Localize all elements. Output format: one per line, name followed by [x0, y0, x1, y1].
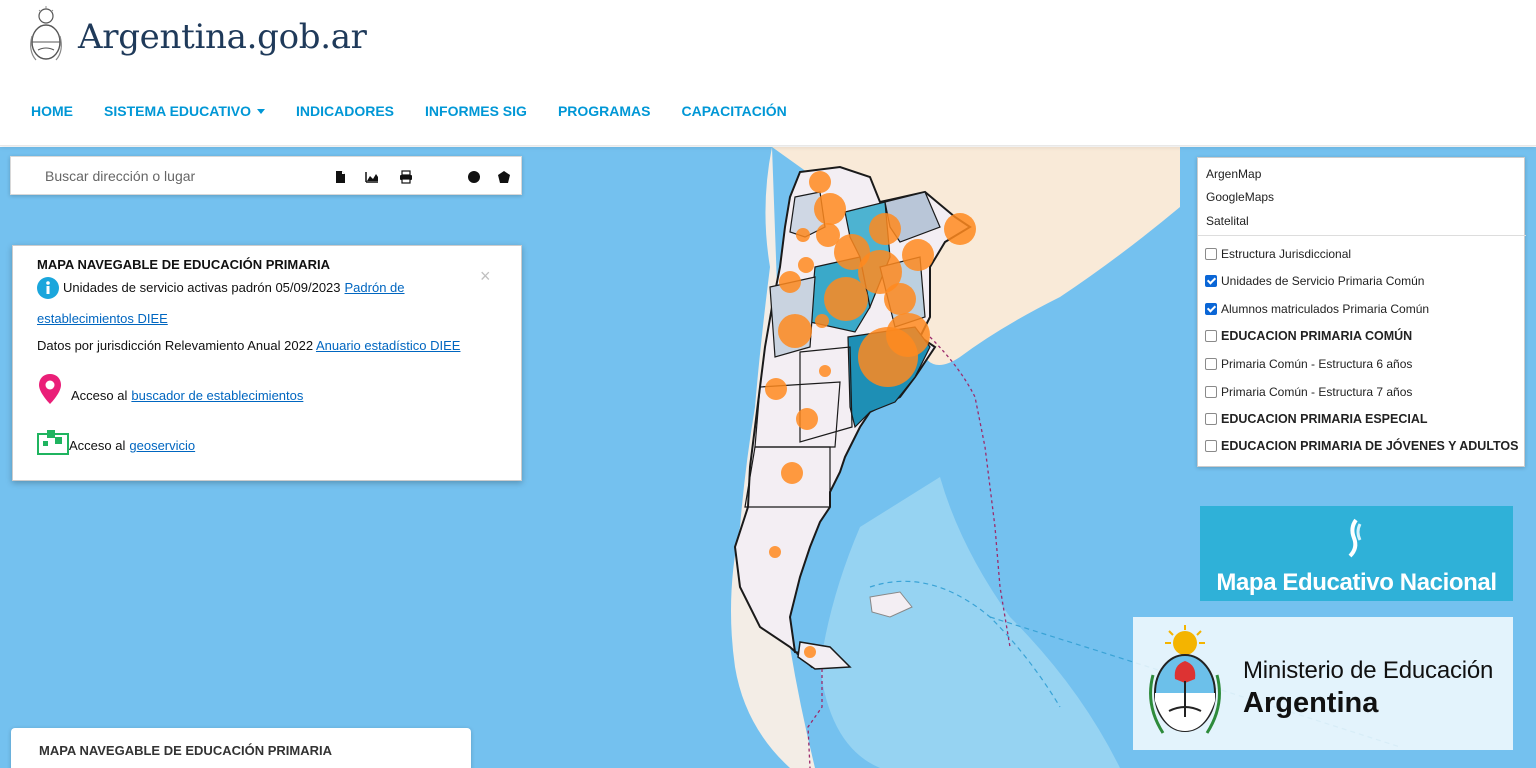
layer-checkbox[interactable]: [1205, 386, 1217, 398]
mapa-educativo-text: Mapa Educativo Nacional: [1216, 569, 1497, 596]
geoservicio-text: Acceso al: [69, 438, 126, 453]
coat-of-arms-icon: [30, 6, 62, 61]
basemap-argenmap[interactable]: ArgenMap: [1206, 167, 1261, 181]
main-nav: HOME SISTEMA EDUCATIVO INDICADORES INFOR…: [31, 103, 818, 119]
layer-estructura-7[interactable]: Primaria Común - Estructura 7 años: [1205, 385, 1412, 399]
basemap-googlemaps[interactable]: GoogleMaps: [1206, 190, 1274, 204]
close-icon[interactable]: ×: [480, 266, 491, 287]
services-text: Unidades de servicio activas padrón 05/0…: [63, 280, 341, 295]
info-panel-title: MAPA NAVEGABLE DE EDUCACIÓN PRIMARIA: [37, 257, 330, 272]
layer-checkbox[interactable]: [1205, 358, 1217, 370]
layer-label: Estructura Jurisdiccional: [1221, 247, 1352, 261]
national-emblem-icon: [1149, 625, 1221, 734]
ministerio-line1: Ministerio de Educación: [1243, 657, 1494, 684]
site-logo[interactable]: Argentina.gob.ar: [26, 6, 367, 68]
layer-jovenes-adultos[interactable]: EDUCACION PRIMARIA DE JÓVENES Y ADULTOS: [1205, 439, 1519, 453]
bottom-panel-title: MAPA NAVEGABLE DE EDUCACIÓN PRIMARIA: [39, 743, 332, 758]
nav-indicadores-label: INDICADORES: [296, 103, 395, 119]
basemap-satelital[interactable]: Satelital: [1206, 214, 1249, 228]
layer-primaria-especial[interactable]: EDUCACION PRIMARIA ESPECIAL: [1205, 412, 1428, 426]
caret-down-icon: [257, 108, 266, 114]
nav-sistema-educativo[interactable]: SISTEMA EDUCATIVO: [104, 103, 266, 119]
layer-label: EDUCACION PRIMARIA ESPECIAL: [1221, 412, 1428, 426]
geoservice-icon: [37, 430, 69, 455]
anuario-link[interactable]: Anuario estadístico DIEE: [316, 338, 461, 353]
info-icon: [37, 277, 59, 299]
bottom-panel[interactable]: MAPA NAVEGABLE DE EDUCACIÓN PRIMARIA: [11, 728, 471, 768]
site-header: Argentina.gob.ar HOME SISTEMA EDUCATIVO …: [0, 0, 1536, 146]
padron-link-continued[interactable]: establecimientos DIEE: [37, 311, 168, 326]
layer-unidades-servicio[interactable]: Unidades de Servicio Primaria Común: [1205, 274, 1424, 288]
nav-programas-label: PROGRAMAS: [557, 103, 651, 119]
circle-draw-icon[interactable]: [467, 170, 481, 184]
area-chart-icon[interactable]: [365, 170, 379, 184]
nav-programas[interactable]: PROGRAMAS: [558, 103, 651, 119]
search-input[interactable]: [45, 165, 325, 187]
layer-alumnos-matriculados[interactable]: Alumnos matriculados Primaria Común: [1205, 302, 1429, 316]
nav-home[interactable]: HOME: [31, 103, 73, 119]
nav-informes-sig-label: INFORMES SIG: [425, 103, 527, 119]
nav-home-label: HOME: [31, 103, 73, 119]
layer-estructura-jurisdiccional[interactable]: Estructura Jurisdiccional: [1205, 247, 1351, 261]
map-pin-icon: [39, 374, 61, 404]
layers-panel: ArgenMap GoogleMaps Satelital Estructura…: [1197, 157, 1526, 467]
layer-checkbox[interactable]: [1205, 413, 1217, 425]
layer-checkbox[interactable]: [1205, 275, 1217, 287]
nav-indicadores[interactable]: INDICADORES: [296, 103, 394, 119]
print-icon[interactable]: [399, 170, 413, 184]
layer-label: Unidades de Servicio Primaria Común: [1221, 274, 1425, 288]
mapa-educativo-icon: [1348, 518, 1362, 558]
layer-checkbox[interactable]: [1205, 330, 1217, 342]
nav-sistema-educativo-label: SISTEMA EDUCATIVO: [104, 103, 252, 119]
padron-link[interactable]: Padrón de: [345, 279, 405, 297]
layer-label: Primaria Común - Estructura 6 años: [1221, 357, 1413, 371]
layer-label: EDUCACION PRIMARIA DE JÓVENES Y ADULTOS: [1221, 439, 1519, 453]
buscador-link[interactable]: buscador de establecimientos: [131, 387, 303, 405]
info-panel: MAPA NAVEGABLE DE EDUCACIÓN PRIMARIA × U…: [12, 245, 522, 481]
layer-checkbox[interactable]: [1205, 440, 1217, 452]
nav-capacitacion[interactable]: CAPACITACIÓN: [682, 103, 787, 119]
layer-label: Alumnos matriculados Primaria Común: [1221, 302, 1430, 316]
search-bar: [10, 156, 522, 195]
polygon-draw-icon[interactable]: [497, 170, 511, 184]
ministerio-line2: Argentina: [1243, 687, 1379, 719]
geoservicio-link[interactable]: geoservicio: [129, 437, 195, 455]
ministerio-logo: Ministerio de Educación Argentina: [1133, 617, 1513, 750]
document-icon[interactable]: [333, 170, 347, 184]
data-source-text: Datos por jurisdicción Relevamiento Anua…: [37, 338, 314, 353]
layer-label: Primaria Común - Estructura 7 años: [1221, 385, 1413, 399]
layer-label: EDUCACION PRIMARIA COMÚN: [1221, 329, 1413, 343]
nav-informes-sig[interactable]: INFORMES SIG: [425, 103, 527, 119]
layer-educacion-primaria-comun[interactable]: EDUCACION PRIMARIA COMÚN: [1205, 329, 1412, 343]
layer-checkbox[interactable]: [1205, 248, 1217, 260]
layer-checkbox[interactable]: [1205, 303, 1217, 315]
divider: [1198, 235, 1526, 236]
layer-estructura-6[interactable]: Primaria Común - Estructura 6 años: [1205, 357, 1412, 371]
site-title: Argentina.gob.ar: [78, 17, 367, 57]
buscador-text: Acceso al: [71, 388, 128, 403]
nav-capacitacion-label: CAPACITACIÓN: [681, 103, 787, 119]
mapa-educativo-logo: Mapa Educativo Nacional: [1200, 506, 1513, 601]
